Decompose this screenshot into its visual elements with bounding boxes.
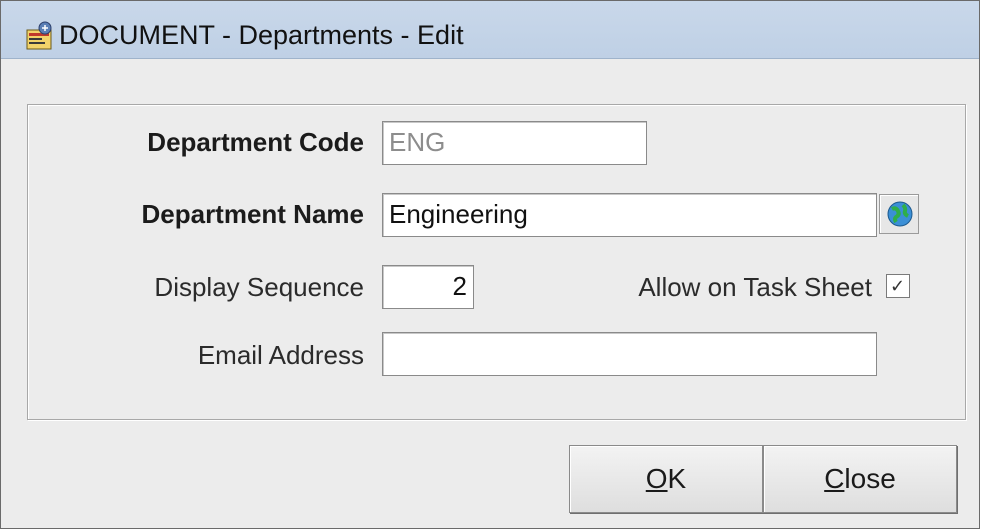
close-mnemonic: C <box>824 463 845 494</box>
department-name-field[interactable]: Engineering <box>382 193 877 237</box>
close-label-rest: lose <box>844 463 896 494</box>
ok-button[interactable]: OK <box>569 445 763 513</box>
email-address-label: Email Address <box>197 340 364 370</box>
checkmark-icon: ✓ <box>890 276 906 296</box>
email-address-field[interactable] <box>382 332 877 376</box>
department-name-label: Department Name <box>141 199 364 229</box>
allow-on-task-sheet-checkbox[interactable]: ✓ <box>886 274 910 298</box>
department-code-label: Department Code <box>147 127 364 157</box>
ok-label-rest: K <box>667 463 687 494</box>
translation-lookup-button[interactable] <box>879 194 919 234</box>
department-code-field[interactable]: ENG <box>382 121 647 165</box>
application-icon <box>25 21 57 53</box>
display-sequence-label: Display Sequence <box>154 272 364 302</box>
edit-department-dialog: DOCUMENT - Departments - Edit Department… <box>0 0 980 529</box>
allow-on-task-sheet-label: Allow on Task Sheet <box>638 272 872 302</box>
close-button[interactable]: Close <box>763 445 957 513</box>
title-bar: DOCUMENT - Departments - Edit <box>1 1 979 59</box>
window-title: DOCUMENT - Departments - Edit <box>59 20 464 50</box>
display-sequence-field[interactable]: 2 <box>382 265 474 309</box>
globe-icon <box>886 200 914 233</box>
ok-mnemonic: O <box>645 463 668 494</box>
